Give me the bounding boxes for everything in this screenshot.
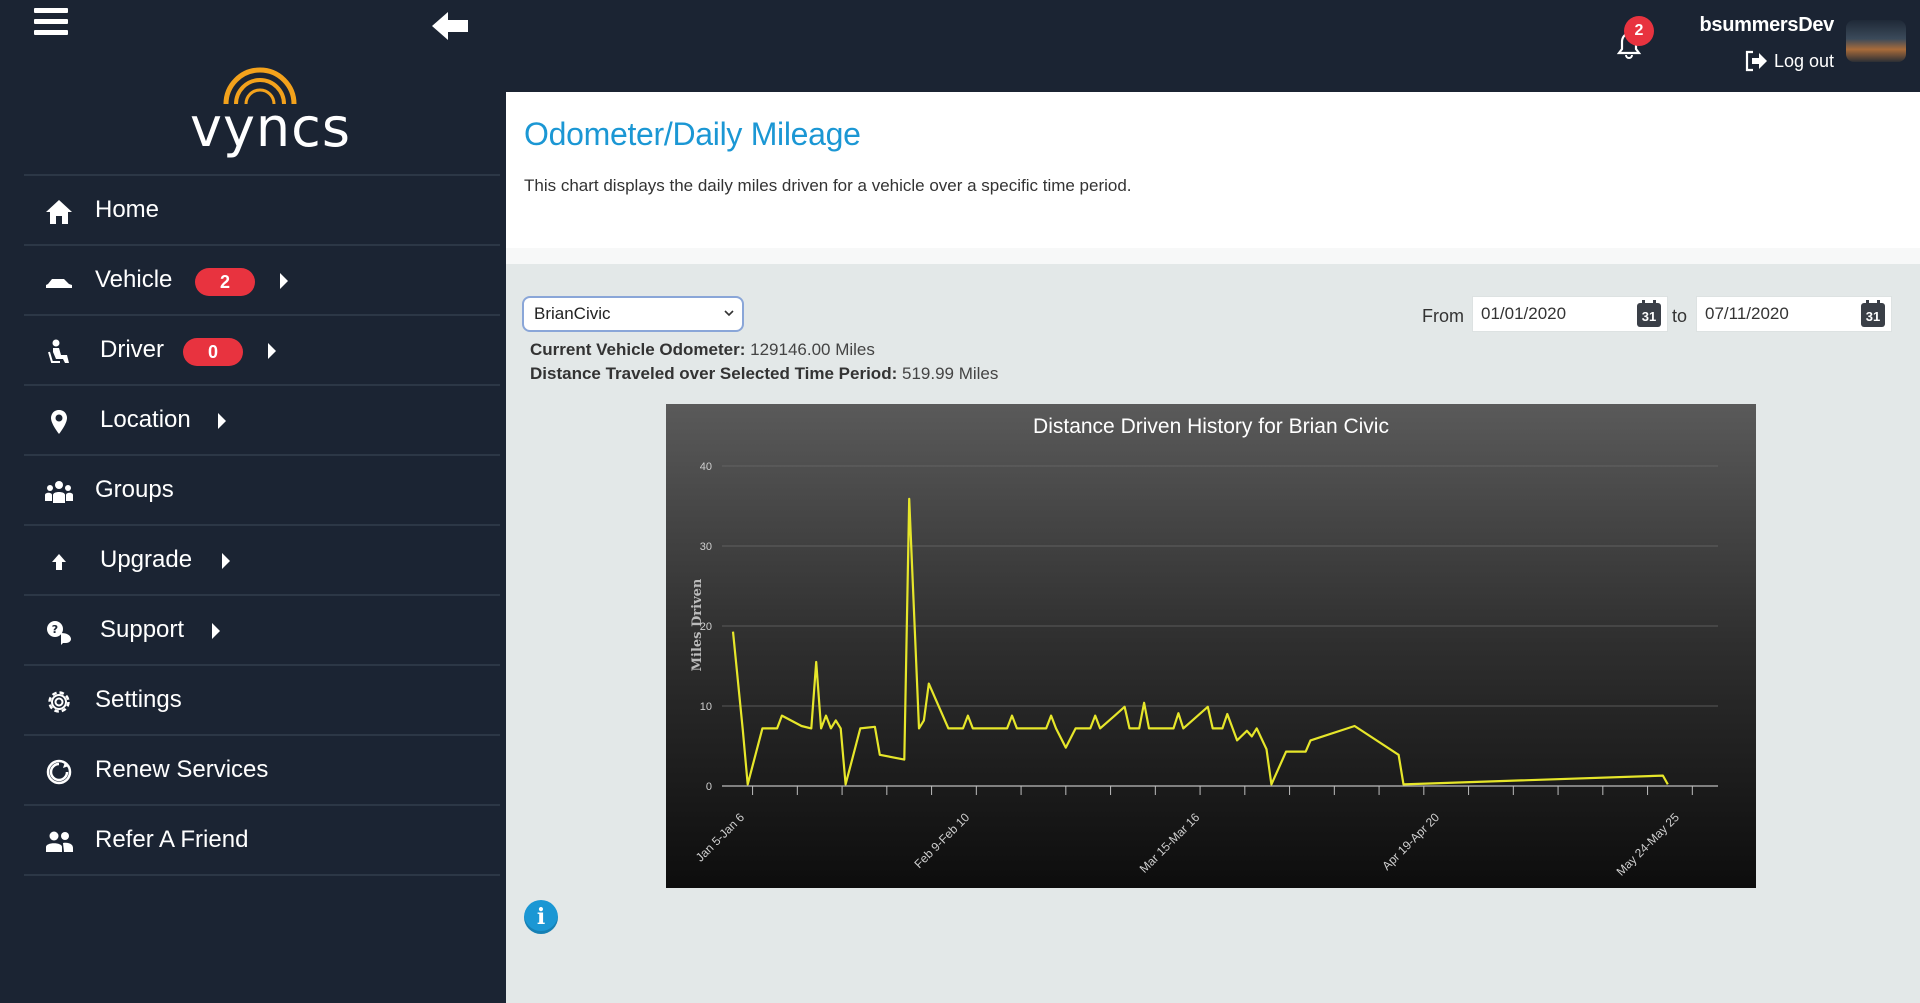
y-tick-label: 30 <box>700 541 712 553</box>
username: bsummersDev <box>1699 14 1834 36</box>
page-title: Odometer/Daily Mileage <box>524 116 861 152</box>
distance-value: 519.99 Miles <box>901 364 999 383</box>
renew-icon <box>44 757 74 787</box>
to-label: to <box>1672 306 1688 326</box>
chart-title: Distance Driven History for Brian Civic <box>1033 415 1389 438</box>
y-tick-label: 10 <box>700 701 712 713</box>
sidebar-item-label: Settings <box>95 686 182 713</box>
refer-friend-icon <box>44 827 74 857</box>
map-pin-icon <box>44 407 74 437</box>
caret-right-icon <box>268 343 276 359</box>
sidebar-item-label: Groups <box>95 476 174 503</box>
from-date-input[interactable]: 01/01/2020 31 <box>1472 296 1668 332</box>
main-content: BrianCivic Current Vehicle Odometer: 129… <box>506 264 1920 1003</box>
odometer-value: 129146.00 Miles <box>750 340 875 359</box>
vehicle-count-badge: 2 <box>195 268 255 296</box>
caret-right-icon <box>222 553 230 569</box>
sidebar-item-label: Support <box>100 616 185 643</box>
sidebar-item-upgrade[interactable]: Upgrade <box>24 526 500 596</box>
chart-background <box>666 404 1756 888</box>
group-icon <box>44 477 74 507</box>
sidebar-item-vehicle[interactable]: Vehicle 2 <box>24 246 500 316</box>
from-date-value: 01/01/2020 <box>1481 304 1567 323</box>
odometer-stat: Current Vehicle Odometer: 129146.00 Mile… <box>530 340 875 360</box>
caret-right-icon <box>280 273 288 289</box>
sidebar-item-refer-a-friend[interactable]: Refer A Friend <box>24 806 500 876</box>
mileage-chart-svg: Distance Driven History for Brian Civic … <box>666 404 1756 888</box>
distance-stat: Distance Traveled over Selected Time Per… <box>530 364 998 384</box>
sidebar-item-support[interactable]: ? Support <box>24 596 500 666</box>
sidebar-item-label: Refer A Friend <box>95 826 249 853</box>
sidebar-item-label: Driver <box>100 336 164 363</box>
topbar: 2 bsummersDev Log out <box>506 0 1920 92</box>
sidebar-nav: Home Vehicle 2 Driver 0 Location Groups … <box>24 176 500 876</box>
sidebar-item-label: Upgrade <box>100 546 193 573</box>
y-tick-label: 20 <box>700 621 712 633</box>
distance-label: Distance Traveled over Selected Time Per… <box>530 364 898 383</box>
y-tick-label: 0 <box>706 781 712 793</box>
vehicle-select-value: BrianCivic <box>534 304 611 323</box>
sidebar-item-label: Vehicle <box>95 266 173 293</box>
sidebar-item-groups[interactable]: Groups <box>24 456 500 526</box>
car-icon <box>44 267 74 297</box>
svg-text:?: ? <box>52 623 58 636</box>
caret-right-icon <box>212 623 220 639</box>
avatar[interactable] <box>1846 20 1906 62</box>
home-icon <box>44 197 74 227</box>
sidebar-item-driver[interactable]: Driver 0 <box>24 316 500 386</box>
back-arrow-icon[interactable] <box>428 6 472 46</box>
page-description: This chart displays the daily miles driv… <box>524 176 1132 195</box>
driver-icon <box>44 337 74 367</box>
calendar-icon[interactable]: 31 <box>1637 300 1661 327</box>
hamburger-menu-icon[interactable] <box>34 8 68 42</box>
mileage-chart: Distance Driven History for Brian Civic … <box>666 404 1756 888</box>
logout-link[interactable]: Log out <box>1744 50 1834 72</box>
sidebar-item-label: Renew Services <box>95 756 269 783</box>
caret-right-icon <box>218 413 226 429</box>
logout-icon <box>1745 50 1767 72</box>
support-icon: ? <box>44 617 74 647</box>
odometer-label: Current Vehicle Odometer: <box>530 340 746 359</box>
sidebar-item-home[interactable]: Home <box>24 176 500 246</box>
logout-label: Log out <box>1773 50 1834 71</box>
sidebar-item-settings[interactable]: Settings <box>24 666 500 736</box>
notification-badge: 2 <box>1624 16 1654 46</box>
page-header: Odometer/Daily Mileage This chart displa… <box>506 92 1920 248</box>
from-label: From <box>1422 306 1464 326</box>
calendar-icon[interactable]: 31 <box>1861 300 1885 327</box>
sidebar-item-location[interactable]: Location <box>24 386 500 456</box>
to-date-value: 07/11/2020 <box>1705 304 1789 323</box>
driver-count-badge: 0 <box>183 338 243 366</box>
to-date-input[interactable]: 07/11/2020 31 <box>1696 296 1892 332</box>
info-icon[interactable]: i <box>524 900 558 934</box>
logo-text: vyncs <box>190 96 351 159</box>
sidebar-item-label: Location <box>100 406 191 433</box>
y-tick-label: 40 <box>700 461 712 473</box>
sidebar-item-renew-services[interactable]: Renew Services <box>24 736 500 806</box>
vehicle-select[interactable]: BrianCivic <box>522 296 744 332</box>
vyncs-logo[interactable]: vyncs <box>190 62 350 159</box>
gear-icon <box>44 687 74 717</box>
sidebar: vyncs Home Vehicle 2 Driver 0 Location G… <box>0 0 506 1003</box>
arrow-up-icon <box>44 547 74 577</box>
chevron-down-icon <box>724 310 734 317</box>
sidebar-item-label: Home <box>95 196 160 223</box>
